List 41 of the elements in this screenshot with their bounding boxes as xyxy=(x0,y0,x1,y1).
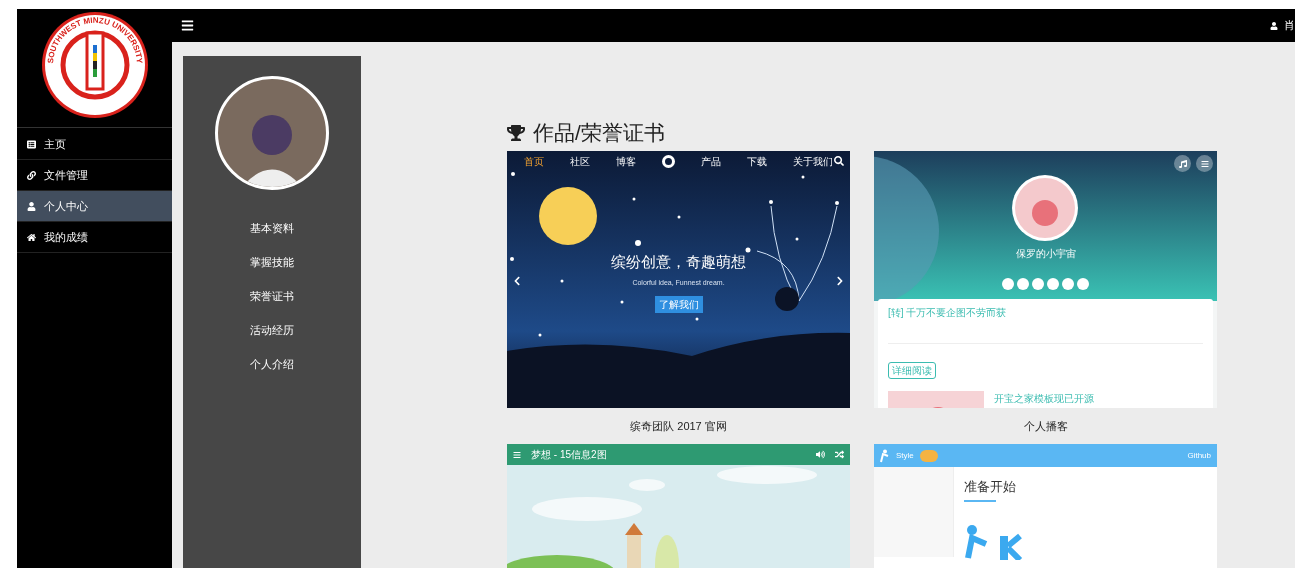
page-heading: 准备开始 xyxy=(964,478,1017,496)
site-logo-icon xyxy=(662,154,675,168)
kico-logo-icon xyxy=(880,448,890,463)
menu-button[interactable] xyxy=(1196,155,1213,172)
link-icon xyxy=(27,170,36,180)
profile-menu-link[interactable]: 基本资料 xyxy=(250,220,294,236)
work-thumbnail[interactable]: 梦想 - 15信息2图 xyxy=(507,444,850,568)
brand-name: Style xyxy=(896,449,914,462)
next-arrow-icon[interactable] xyxy=(836,276,844,286)
menu-icon xyxy=(1200,159,1209,168)
site-nav-link[interactable]: 关于我们 xyxy=(793,153,833,169)
work-caption: 缤奇团队 2017 官网 xyxy=(630,418,727,434)
home-icon xyxy=(27,232,36,242)
profile-menu-link[interactable]: 个人介绍 xyxy=(250,356,294,372)
site-nav-link[interactable]: 博客 xyxy=(616,153,636,169)
profile-menu-link[interactable]: 掌握技能 xyxy=(250,254,294,270)
previous-arrow-icon[interactable] xyxy=(513,276,521,286)
section-title: 作品/荣誉证书 xyxy=(533,120,665,147)
user-icon xyxy=(27,201,36,211)
list-icon xyxy=(27,139,36,149)
work-caption: 个人播客 xyxy=(1023,418,1068,434)
site-nav-link[interactable]: 社区 xyxy=(570,153,590,169)
site-nav-link[interactable]: 下载 xyxy=(747,153,767,169)
profile-menu-link[interactable]: 活动经历 xyxy=(250,322,294,338)
trophy-icon xyxy=(507,124,525,142)
song-title: 梦想 - 15信息2图 xyxy=(531,448,608,462)
menu-icon[interactable] xyxy=(180,19,195,32)
sidebar-item[interactable]: 个人中心 xyxy=(17,191,172,222)
user-icon xyxy=(1270,21,1278,30)
profile-menu-link[interactable]: 荣誉证书 xyxy=(250,288,294,304)
search-icon[interactable] xyxy=(834,156,844,166)
site-nav-link[interactable]: 首页 xyxy=(524,153,544,169)
music-note-icon xyxy=(1178,159,1187,168)
kico-logo-drawing xyxy=(964,523,1024,560)
shuffle-icon[interactable] xyxy=(835,450,844,459)
hero-headline: 缤纷创意，奇趣萌想 xyxy=(611,252,746,272)
music-button[interactable] xyxy=(1174,155,1191,172)
volume-icon[interactable] xyxy=(816,450,825,459)
site-nav-link[interactable]: 产品 xyxy=(701,153,721,169)
blog-name: 保罗的小宇宙 xyxy=(1015,247,1076,261)
user-name[interactable]: 肖 xyxy=(1284,17,1295,34)
